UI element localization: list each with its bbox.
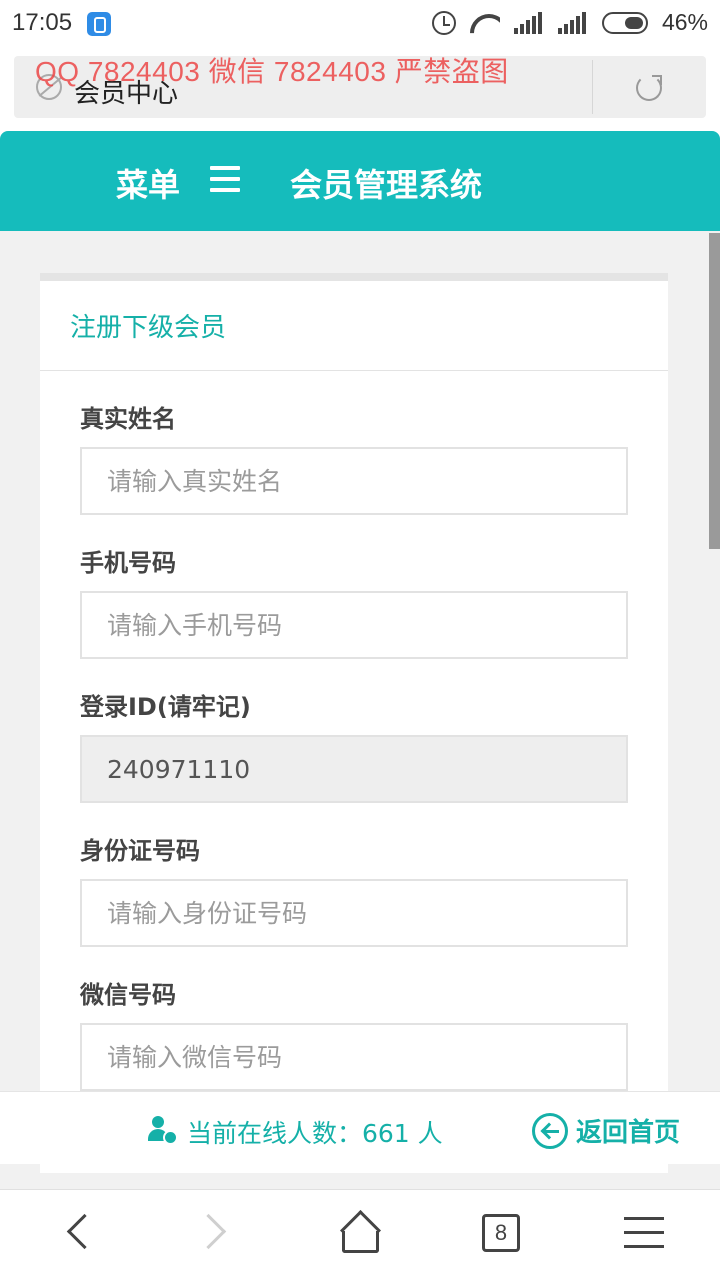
- wifi-icon: [470, 12, 500, 34]
- wechat-label: 微信号码: [80, 981, 176, 1009]
- signal-icon: [557, 11, 588, 34]
- app-header: 菜单 会员管理系统: [0, 131, 720, 231]
- forward-icon[interactable]: [200, 1212, 234, 1252]
- status-bar: 17:05 46%: [0, 0, 720, 50]
- status-icons: 46%: [431, 9, 708, 36]
- app-notification-icon: [87, 12, 111, 36]
- online-count: 当前在线人数：661 人: [187, 1119, 443, 1148]
- home-icon[interactable]: [339, 1209, 382, 1254]
- watermark: QQ 7824403 微信 7824403 严禁盗图: [35, 56, 509, 87]
- alarm-icon: [431, 10, 456, 35]
- battery-percent: 46%: [661, 9, 708, 35]
- refresh-icon[interactable]: [636, 75, 662, 101]
- hamburger-icon[interactable]: [210, 166, 240, 192]
- id-card-label: 身份证号码: [80, 837, 200, 865]
- signal-icon: [513, 11, 544, 34]
- back-icon[interactable]: [60, 1212, 94, 1252]
- tabs-button[interactable]: 8: [482, 1214, 520, 1252]
- scrollbar[interactable]: [709, 233, 720, 549]
- real-name-label: 真实姓名: [80, 405, 176, 433]
- register-form-card: 注册下级会员 真实姓名 手机号码 登录ID(请牢记) 身份证号码 微信号码: [40, 273, 668, 1173]
- phone-label: 手机号码: [80, 549, 176, 577]
- divider: [40, 370, 668, 371]
- page-title: 会员管理系统: [290, 166, 483, 204]
- online-user-icon: [148, 1116, 178, 1146]
- id-card-input[interactable]: [80, 879, 628, 947]
- real-name-input[interactable]: [80, 447, 628, 515]
- page-content: 注册下级会员 真实姓名 手机号码 登录ID(请牢记) 身份证号码 微信号码 当前…: [0, 231, 720, 1189]
- divider: [592, 60, 593, 114]
- form-title: 注册下级会员: [70, 313, 227, 343]
- wechat-input[interactable]: [80, 1023, 628, 1091]
- online-status-bar: 当前在线人数：661 人 返回首页: [0, 1091, 720, 1164]
- menu-button[interactable]: 菜单: [116, 160, 180, 206]
- login-id-field: [80, 735, 628, 803]
- battery-icon: [601, 11, 648, 34]
- status-time: 17:05: [12, 9, 73, 36]
- login-id-label: 登录ID(请牢记): [80, 693, 251, 721]
- phone-input[interactable]: [80, 591, 628, 659]
- browser-bottom-nav: 8: [0, 1189, 720, 1280]
- back-home-link[interactable]: 返回首页: [576, 1112, 680, 1149]
- back-arrow-icon[interactable]: [532, 1113, 568, 1149]
- menu-icon[interactable]: [624, 1217, 664, 1251]
